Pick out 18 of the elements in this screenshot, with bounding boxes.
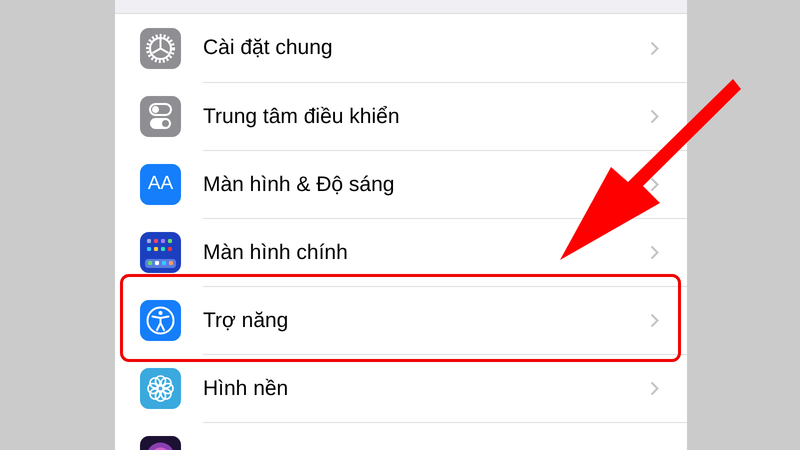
home-screen-icon <box>140 232 181 272</box>
settings-label[interactable]: Trợ năng <box>203 308 288 332</box>
flower-icon <box>140 368 181 408</box>
gear-icon <box>140 28 181 68</box>
chevron-icon <box>650 381 659 396</box>
chevron-icon <box>650 40 659 56</box>
chevron-icon <box>650 245 659 260</box>
toggles-icon <box>140 96 181 136</box>
settings-label[interactable]: Hình nền <box>203 376 288 400</box>
chevron-icon <box>650 313 659 328</box>
settings-label[interactable]: Màn hình chính <box>203 240 348 264</box>
chevron-icon <box>650 109 659 124</box>
chevron-icon <box>650 177 659 192</box>
settings-label[interactable]: Trung tâm điều khiển <box>203 104 400 128</box>
display-icon: AA <box>140 164 181 204</box>
settings-label[interactable]: Màn hình & Độ sáng <box>203 172 394 196</box>
settings-label[interactable]: Cài đặt chung <box>203 36 333 60</box>
accessibility-icon <box>140 300 181 340</box>
